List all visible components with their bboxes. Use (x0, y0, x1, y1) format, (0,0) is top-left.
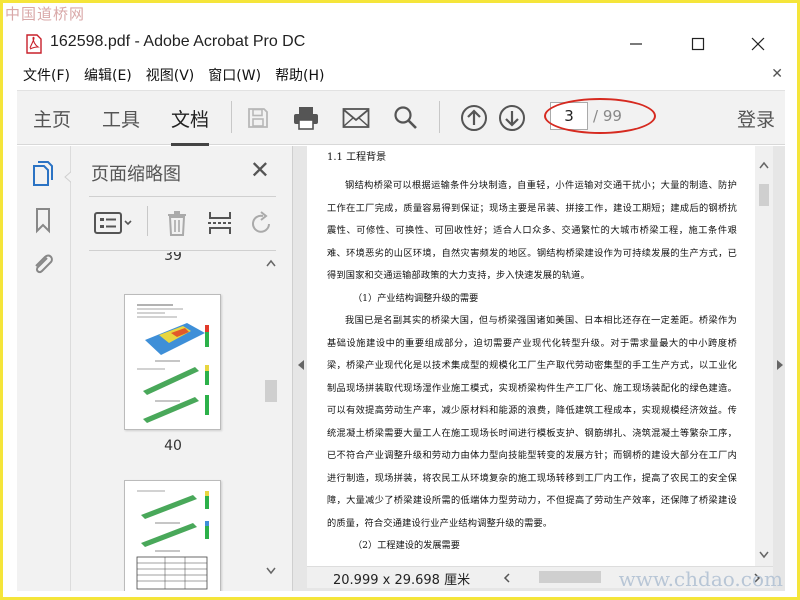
scrollbar-graphic (265, 259, 277, 575)
panel-divider (89, 250, 276, 251)
document-view: 1.1 工程背景 钢结构桥梁可以根据运输条件分块制造，自重轻，小件运输对交通干扰… (293, 146, 785, 591)
thumbnail-options-button[interactable] (93, 208, 133, 238)
close-panel-icon[interactable]: ✕ (250, 156, 270, 184)
thumbnail-page-40[interactable] (124, 294, 221, 430)
print-button[interactable] (291, 103, 321, 133)
paragraph: 钢结构桥梁可以根据运输条件分块制造，自重轻，小件运输对交通干扰小；大量的制造、防… (327, 180, 737, 281)
close-icon (751, 37, 765, 51)
arrow-up-icon (461, 105, 487, 131)
title-bar: 162598.pdf - Adobe Acrobat Pro DC (3, 25, 797, 63)
subheading: （1）产业结构调整升级的需要 (353, 292, 479, 304)
pdf-page: 1.1 工程背景 钢结构桥梁可以根据运输条件分块制造，自重轻，小件运输对交通干扰… (307, 146, 755, 566)
toolbar-divider (439, 101, 440, 133)
expand-right-panel-icon[interactable] (775, 359, 785, 371)
thumbnails-panel: 页面缩略图 ✕ 39 40 (71, 146, 293, 591)
previous-page-button[interactable] (459, 103, 489, 133)
page-text: 1.1 工程背景 钢结构桥梁可以根据运输条件分块制造，自重轻，小件运输对交通干扰… (327, 146, 737, 558)
maximize-icon (691, 37, 705, 51)
scroll-left-icon[interactable] (503, 573, 511, 583)
document-scrollbar[interactable] (755, 146, 773, 566)
menu-bar: 文件(F) 编辑(E) 视图(V) 窗口(W) 帮助(H) ✕ (3, 63, 797, 87)
scrollbar-graphic (759, 161, 769, 559)
tab-home[interactable]: 主页 (33, 105, 71, 132)
rotate-button[interactable] (249, 208, 275, 238)
navigation-rail (17, 146, 73, 591)
menu-edit[interactable]: 编辑(E) (84, 65, 132, 85)
collapse-left-panel-icon[interactable] (296, 359, 306, 371)
panel-tool-divider (147, 206, 148, 236)
close-document-icon[interactable]: ✕ (771, 66, 783, 82)
highlight-annotation (544, 98, 656, 134)
bookmark-icon[interactable] (30, 206, 56, 234)
subheading-partial: （2）工程建设的发展需要 (353, 540, 460, 551)
attachment-icon[interactable] (30, 250, 56, 278)
tab-document[interactable]: 文档 (171, 105, 210, 146)
watermark-top: 中国道桥网 (5, 5, 86, 23)
panel-divider (89, 196, 276, 197)
menu-file[interactable]: 文件(F) (23, 65, 70, 85)
thumbnail-content (137, 304, 209, 423)
minimize-button[interactable] (613, 25, 659, 63)
print-icon (294, 107, 318, 130)
save-icon (248, 108, 268, 128)
menu-help[interactable]: 帮助(H) (275, 65, 324, 85)
close-window-button[interactable] (735, 25, 781, 63)
minimize-icon (630, 43, 642, 45)
section-heading: 1.1 工程背景 (327, 152, 387, 163)
app-window: 中国道桥网 162598.pdf - Adobe Acrobat Pro DC … (3, 3, 797, 597)
paragraph: 我国已是名副其实的桥梁大国，但与桥梁强国诸如美国、日本相比还存在一定差距。桥梁作… (327, 315, 737, 529)
menu-view[interactable]: 视图(V) (146, 65, 195, 85)
trash-icon (168, 211, 186, 236)
email-button[interactable] (341, 103, 371, 133)
extract-pages-button[interactable] (207, 208, 233, 238)
menu-window[interactable]: 窗口(W) (208, 65, 261, 85)
pdf-file-icon (26, 34, 42, 54)
page-thumbnails-icon[interactable] (30, 160, 56, 188)
delete-pages-button[interactable] (165, 208, 189, 238)
search-button[interactable] (391, 103, 421, 133)
thumbnail-page-number: 40 (164, 438, 182, 454)
thumbnails-panel-title: 页面缩略图 (91, 164, 181, 185)
thumbnail-content (136, 490, 209, 590)
arrow-down-icon (499, 105, 525, 131)
next-page-button[interactable] (497, 103, 527, 133)
extract-pages-icon (208, 212, 232, 234)
watermark-bottom: www.chdao.com (618, 567, 783, 591)
toolbar-divider (231, 101, 232, 133)
mail-icon (342, 108, 370, 128)
window-title: 162598.pdf - Adobe Acrobat Pro DC (50, 33, 306, 50)
login-button[interactable]: 登录 (737, 105, 775, 132)
thumbnail-page-41[interactable] (124, 480, 221, 591)
page-size-readout: 20.999 x 29.698 厘米 (333, 573, 471, 588)
tab-tools[interactable]: 工具 (102, 105, 140, 132)
thumbnail-list: 39 40 (71, 252, 293, 591)
options-menu-icon (94, 212, 132, 234)
thumbnail-page-number: 39 (164, 252, 182, 264)
thumbnails-scrollbar[interactable] (263, 254, 279, 584)
save-button[interactable] (243, 103, 273, 133)
rotate-icon (252, 211, 270, 233)
maximize-button[interactable] (675, 25, 721, 63)
horizontal-scroll-thumb[interactable] (539, 571, 601, 583)
main-toolbar: 主页 工具 文档 3 / 99 登录 (17, 90, 785, 146)
search-icon (394, 106, 417, 129)
